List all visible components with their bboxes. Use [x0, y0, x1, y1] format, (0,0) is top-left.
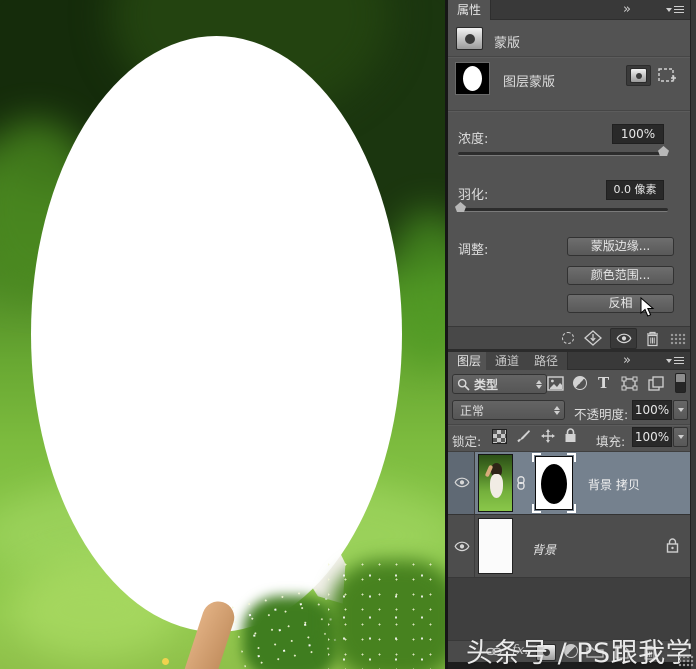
add-vector-mask-button[interactable]	[657, 66, 677, 85]
select-arrows-icon	[536, 379, 546, 389]
filter-image-icon[interactable]	[547, 376, 564, 391]
filter-adjustment-icon[interactable]	[573, 376, 587, 390]
tab-properties[interactable]: 属性	[448, 0, 492, 20]
opacity-label: 不透明度:	[574, 407, 629, 422]
properties-bottombar	[448, 326, 690, 349]
lock-all-icon[interactable]	[564, 428, 577, 443]
filter-type-select[interactable]: 类型	[452, 374, 547, 394]
tab-channels[interactable]: 通道	[486, 352, 530, 370]
properties-mask-thumbnail[interactable]	[455, 62, 490, 95]
mask-ellipse-overlay	[31, 36, 402, 632]
mask-thumb	[535, 456, 573, 510]
panel-resize-grip[interactable]	[670, 333, 686, 345]
thumb-figure-dress	[490, 474, 503, 498]
tab-paths[interactable]: 路径	[525, 352, 569, 370]
window-resize-grip[interactable]	[678, 655, 694, 667]
density-label: 浓度:	[458, 132, 489, 147]
opacity-value[interactable]: 100%	[632, 400, 672, 420]
document-canvas[interactable]	[0, 0, 445, 669]
search-icon	[457, 378, 470, 391]
feather-slider[interactable]	[458, 208, 668, 212]
properties-tabbar: 属性 »	[448, 0, 690, 20]
fill-label: 填充:	[596, 434, 626, 449]
layer-lock-icon	[666, 538, 679, 553]
layer-name[interactable]: 背景 拷贝	[588, 476, 640, 493]
blend-mode-select[interactable]: 正常	[452, 400, 565, 420]
photoshop-window: 属性 » 蒙版 图层蒙版 浓度: 100% 羽化: 0.0 像素 调整: 蒙版边…	[0, 0, 696, 669]
lock-label: 锁定:	[452, 434, 482, 449]
mouse-cursor	[640, 297, 655, 318]
tab-layers[interactable]: 图层	[448, 352, 492, 370]
filter-text-icon[interactable]: T	[598, 374, 609, 392]
filter-toggle-switch[interactable]	[675, 373, 686, 393]
layer-mask-thumbnail-selected[interactable]	[532, 453, 576, 513]
layers-tabbar: 图层 通道 路径 »	[448, 352, 690, 370]
divider	[448, 56, 690, 58]
pixel-mask-icon	[630, 68, 647, 83]
divider	[448, 424, 690, 426]
mask-link-icon[interactable]	[516, 476, 526, 490]
filter-type-value: 类型	[474, 377, 499, 392]
delete-mask-icon[interactable]	[645, 330, 660, 347]
load-selection-icon[interactable]	[562, 332, 574, 344]
opacity-dropdown-button[interactable]	[673, 400, 688, 420]
select-arrows-icon	[554, 405, 564, 415]
mask-thumb-ellipse	[541, 464, 567, 504]
yellow-flower	[162, 658, 169, 665]
invert-button[interactable]: 反相	[567, 294, 674, 313]
layer-image-thumbnail[interactable]	[478, 454, 513, 512]
mask-edge-button[interactable]: 蒙版边缘...	[567, 237, 674, 256]
eye-icon	[616, 333, 631, 344]
collapse-panel-icon[interactable]: »	[623, 353, 631, 368]
plant-flowers	[328, 560, 445, 669]
right-edge-strip	[690, 0, 696, 669]
select-pixel-mask-button[interactable]	[626, 65, 651, 86]
layer-image-thumbnail[interactable]	[478, 518, 513, 574]
filter-shape-icon[interactable]	[621, 376, 638, 391]
mask-header-label: 蒙版	[494, 36, 521, 51]
layer-visibility-eye-icon[interactable]	[454, 477, 470, 488]
feather-label: 羽化:	[458, 188, 489, 203]
fill-dropdown-button[interactable]	[673, 427, 688, 447]
mask-visibility-button[interactable]	[610, 328, 637, 349]
layer-row-background-copy[interactable]: 背景 拷贝	[448, 452, 690, 515]
adjustments-label: 调整:	[458, 243, 489, 258]
lock-position-icon[interactable]	[540, 428, 556, 444]
panel-menu-icon[interactable]	[666, 6, 684, 14]
divider	[448, 110, 690, 112]
filter-smartobject-icon[interactable]	[648, 376, 664, 391]
apply-mask-icon[interactable]	[584, 330, 602, 346]
layer-row-background[interactable]: 背景	[448, 515, 690, 578]
collapse-panel-icon[interactable]: »	[623, 2, 631, 17]
feather-value[interactable]: 0.0 像素	[606, 180, 664, 200]
density-value[interactable]: 100%	[612, 124, 664, 144]
color-range-button[interactable]: 颜色范围...	[567, 266, 674, 285]
layer-visibility-eye-icon[interactable]	[454, 541, 470, 552]
lock-transparency-icon[interactable]	[492, 429, 507, 444]
fill-value[interactable]: 100%	[632, 427, 672, 447]
panel-menu-icon[interactable]	[666, 357, 684, 365]
blend-mode-value: 正常	[460, 403, 485, 418]
density-slider[interactable]	[458, 152, 668, 156]
layer-name[interactable]: 背景	[532, 541, 556, 558]
layer-mask-label: 图层蒙版	[503, 75, 556, 90]
mask-badge-icon	[456, 27, 483, 50]
mask-thumb-ellipse	[463, 66, 482, 91]
lock-pixels-icon[interactable]	[515, 428, 531, 444]
watermark-text: 头条号 / PS跟我学	[466, 638, 694, 669]
